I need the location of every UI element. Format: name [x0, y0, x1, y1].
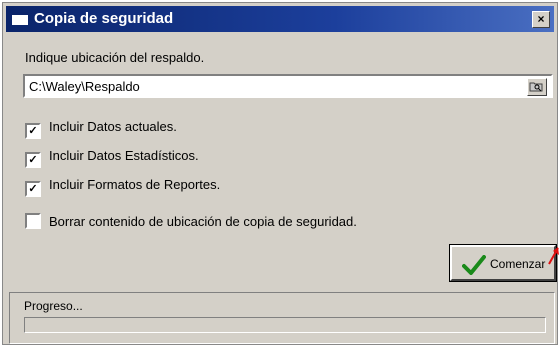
checkbox-statistics[interactable]: ✓	[25, 152, 41, 168]
start-button[interactable]: Comenzar	[449, 244, 557, 282]
option-include-current-data[interactable]: ✓ Incluir Datos actuales.	[25, 119, 177, 139]
close-icon[interactable]: ×	[532, 11, 550, 28]
folder-browse-icon	[529, 82, 543, 92]
start-button-label: Comenzar	[490, 257, 546, 271]
browse-folder-button[interactable]	[527, 78, 547, 96]
option-include-statistics[interactable]: ✓ Incluir Datos Estadísticos.	[25, 148, 199, 168]
window-icon	[12, 12, 28, 25]
progress-panel: Progreso...	[9, 292, 555, 344]
backup-dialog: Copia de seguridad × Indique ubicación d…	[2, 2, 558, 345]
option-label: Borrar contenido de ubicación de copia d…	[49, 214, 357, 229]
checkmark-icon	[462, 255, 486, 275]
backup-path-value: C:\Waley\Respaldo	[29, 79, 140, 94]
option-include-report-formats[interactable]: ✓ Incluir Formatos de Reportes.	[25, 177, 220, 197]
window-title: Copia de seguridad	[34, 10, 174, 27]
option-label: Incluir Datos Estadísticos.	[49, 148, 199, 163]
title-bar[interactable]: Copia de seguridad ×	[6, 6, 554, 32]
checkbox-clear-location[interactable]	[25, 213, 41, 229]
location-label: Indique ubicación del respaldo.	[25, 50, 205, 65]
option-label: Incluir Formatos de Reportes.	[49, 177, 221, 192]
option-label: Incluir Datos actuales.	[49, 119, 177, 134]
progress-label: Progreso...	[24, 299, 83, 313]
checkbox-report-formats[interactable]: ✓	[25, 181, 41, 197]
backup-path-input[interactable]: C:\Waley\Respaldo	[23, 74, 553, 98]
option-clear-backup-location[interactable]: Borrar contenido de ubicación de copia d…	[25, 213, 357, 229]
red-arrow-icon	[548, 247, 559, 265]
progress-bar	[24, 317, 546, 333]
checkbox-current-data[interactable]: ✓	[25, 123, 41, 139]
